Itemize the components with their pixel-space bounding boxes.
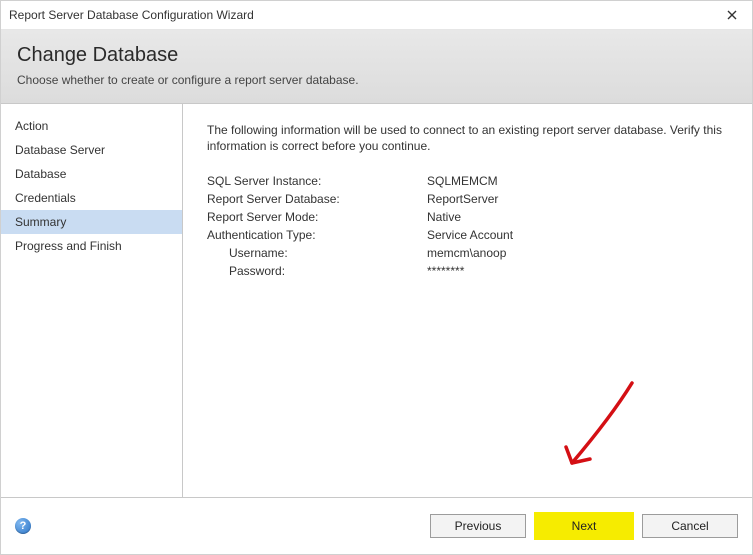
annotation-arrow-icon xyxy=(524,371,644,491)
sidebar-step[interactable]: Summary xyxy=(1,210,182,234)
summary-panel: The following information will be used t… xyxy=(183,104,752,497)
sidebar-step[interactable]: Credentials xyxy=(1,186,182,210)
previous-button[interactable]: Previous xyxy=(430,514,526,538)
summary-value: ******** xyxy=(427,264,732,278)
sidebar-step[interactable]: Progress and Finish xyxy=(1,234,182,258)
help-icon[interactable]: ? xyxy=(15,518,31,534)
page-subtitle: Choose whether to create or configure a … xyxy=(17,73,736,87)
summary-table: SQL Server Instance:SQLMEMCMReport Serve… xyxy=(207,174,732,278)
steps-sidebar: ActionDatabase ServerDatabaseCredentials… xyxy=(1,104,183,497)
sidebar-step[interactable]: Database Server xyxy=(1,138,182,162)
summary-value: Service Account xyxy=(427,228,732,242)
summary-value: ReportServer xyxy=(427,192,732,206)
summary-label: Authentication Type: xyxy=(207,228,427,242)
cancel-button[interactable]: Cancel xyxy=(642,514,738,538)
sidebar-step[interactable]: Database xyxy=(1,162,182,186)
summary-value: SQLMEMCM xyxy=(427,174,732,188)
window-title: Report Server Database Configuration Wiz… xyxy=(9,8,720,22)
summary-value: Native xyxy=(427,210,732,224)
summary-label: Report Server Mode: xyxy=(207,210,427,224)
wizard-body: ActionDatabase ServerDatabaseCredentials… xyxy=(1,104,752,497)
next-button[interactable]: Next xyxy=(536,514,632,538)
titlebar: Report Server Database Configuration Wiz… xyxy=(1,1,752,30)
wizard-header: Change Database Choose whether to create… xyxy=(1,30,752,104)
close-icon[interactable] xyxy=(720,5,744,25)
wizard-window: Report Server Database Configuration Wiz… xyxy=(0,0,753,555)
summary-label: Username: xyxy=(207,246,427,260)
summary-intro: The following information will be used t… xyxy=(207,122,732,154)
summary-label: SQL Server Instance: xyxy=(207,174,427,188)
sidebar-step[interactable]: Action xyxy=(1,114,182,138)
page-title: Change Database xyxy=(17,44,736,67)
wizard-footer: ? Previous Next Cancel xyxy=(1,497,752,554)
summary-value: memcm\anoop xyxy=(427,246,732,260)
summary-label: Report Server Database: xyxy=(207,192,427,206)
summary-label: Password: xyxy=(207,264,427,278)
